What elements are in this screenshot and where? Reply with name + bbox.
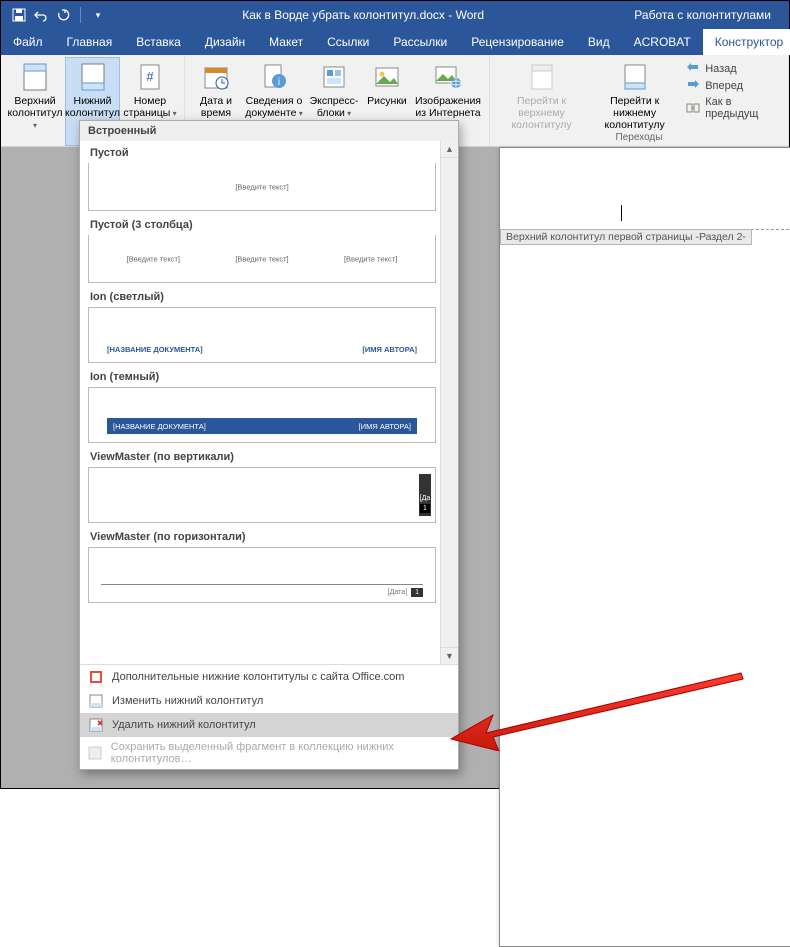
gallery-item-label: Пустой bbox=[88, 141, 454, 163]
menu-edit-footer[interactable]: Изменить нижний колонтитул bbox=[80, 689, 458, 713]
gallery-item-label: ViewMaster (по вертикали) bbox=[88, 445, 454, 467]
calendar-icon bbox=[200, 61, 232, 93]
tab-layout[interactable]: Макет bbox=[257, 29, 315, 55]
office-icon bbox=[88, 669, 104, 685]
gallery-body: ▲ ▼ Пустой [Введите текст] Пустой (3 сто… bbox=[80, 141, 458, 664]
gallery-item-blank-3col[interactable]: [Введите текст][Введите текст][Введите т… bbox=[88, 235, 436, 283]
picture-icon bbox=[371, 61, 403, 93]
back-icon bbox=[686, 62, 700, 76]
gallery-item-label: Пустой (3 столбца) bbox=[88, 213, 454, 235]
gallery-scrollbar[interactable]: ▲ ▼ bbox=[440, 141, 458, 664]
gallery-footer: Дополнительные нижние колонтитулы с сайт… bbox=[80, 664, 458, 769]
pagenum-label-1: Номер bbox=[134, 95, 166, 107]
footer-label-1: Нижний bbox=[73, 95, 111, 107]
annotation-arrow bbox=[441, 661, 751, 751]
tab-view[interactable]: Вид bbox=[576, 29, 622, 55]
pagenum-label-2: страницы bbox=[123, 107, 176, 119]
customize-qat-icon[interactable]: ▾ bbox=[90, 7, 106, 23]
gallery-item-label: Ion (светлый) bbox=[88, 285, 454, 307]
forward-icon bbox=[686, 79, 700, 93]
tab-mailings[interactable]: Рассылки bbox=[381, 29, 459, 55]
goto-footer-button[interactable]: Перейти к нижнему колонтитулу bbox=[589, 57, 680, 131]
delete-footer-icon bbox=[88, 717, 104, 733]
tab-constructor[interactable]: Конструктор bbox=[703, 29, 790, 55]
menu-delete-footer[interactable]: Удалить нижний колонтитул bbox=[80, 713, 458, 737]
group-label-transitions: Переходы bbox=[496, 131, 782, 146]
window-title: Как в Ворде убрать колонтитул.docx - Wor… bbox=[106, 8, 620, 22]
save-selection-icon bbox=[88, 745, 103, 761]
gallery-item-viewmaster-v[interactable]: [Да1 bbox=[88, 467, 436, 523]
tab-insert[interactable]: Вставка bbox=[124, 29, 193, 55]
contextual-tab-label: Работа с колонтитулами bbox=[620, 1, 785, 29]
header-icon bbox=[19, 61, 51, 93]
ribbon-tabs: Файл Главная Вставка Дизайн Макет Ссылки… bbox=[1, 29, 789, 55]
redo-icon[interactable] bbox=[55, 7, 71, 23]
page-number-icon: # bbox=[134, 61, 166, 93]
link-previous-icon bbox=[686, 101, 700, 115]
footer-icon bbox=[77, 61, 109, 93]
tab-file[interactable]: Файл bbox=[1, 29, 55, 55]
text-cursor bbox=[621, 205, 622, 221]
gallery-item-blank[interactable]: [Введите текст] bbox=[88, 163, 436, 211]
gallery-item-viewmaster-h[interactable]: [Дата]1 bbox=[88, 547, 436, 603]
gallery-item-ion-light[interactable]: [НАЗВАНИЕ ДОКУМЕНТА][ИМЯ АВТОРА] bbox=[88, 307, 436, 363]
document-info-icon: i bbox=[258, 61, 290, 93]
svg-text:i: i bbox=[278, 77, 280, 88]
scroll-up-icon[interactable]: ▲ bbox=[441, 141, 458, 158]
nav-forward-button[interactable]: Вперед bbox=[682, 78, 782, 94]
title-bar: ▾ Как в Ворде убрать колонтитул.docx - W… bbox=[1, 1, 789, 29]
nav-as-previous-button[interactable]: Как в предыдущ bbox=[682, 95, 782, 121]
header-section-tag: Верхний колонтитул первой страницы -Разд… bbox=[500, 229, 752, 245]
tab-acrobat[interactable]: ACROBAT bbox=[622, 29, 703, 55]
tab-references[interactable]: Ссылки bbox=[315, 29, 381, 55]
header-label-1: Верхний bbox=[14, 95, 55, 107]
save-icon[interactable] bbox=[11, 7, 27, 23]
document-page[interactable] bbox=[499, 147, 790, 947]
group-navigation: Перейти к верхнему колонтитулу Перейти к… bbox=[490, 55, 789, 146]
tab-review[interactable]: Рецензирование bbox=[459, 29, 576, 55]
online-picture-icon bbox=[432, 61, 464, 93]
menu-save-selection: Сохранить выделенный фрагмент в коллекци… bbox=[80, 737, 458, 769]
nav-back-button[interactable]: Назад bbox=[682, 61, 782, 77]
header-button[interactable]: Верхний колонтитул bbox=[7, 57, 63, 146]
undo-icon[interactable] bbox=[33, 7, 49, 23]
goto-header-icon bbox=[526, 61, 558, 93]
quick-access-toolbar: ▾ bbox=[5, 7, 106, 23]
edit-footer-icon bbox=[88, 693, 104, 709]
footer-gallery-dropdown: Встроенный ▲ ▼ Пустой [Введите текст] Пу… bbox=[79, 120, 459, 770]
tab-design[interactable]: Дизайн bbox=[193, 29, 257, 55]
gallery-item-label: ViewMaster (по горизонтали) bbox=[88, 525, 454, 547]
tab-home[interactable]: Главная bbox=[55, 29, 125, 55]
gallery-item-ion-dark[interactable]: [НАЗВАНИЕ ДОКУМЕНТА][ИМЯ АВТОРА] bbox=[88, 387, 436, 443]
goto-footer-icon bbox=[619, 61, 651, 93]
gallery-header: Встроенный bbox=[80, 121, 458, 141]
header-label-2: колонтитул bbox=[7, 107, 63, 131]
goto-header-button: Перейти к верхнему колонтитулу bbox=[496, 57, 587, 131]
svg-text:#: # bbox=[146, 69, 154, 84]
gallery-item-label: Ion (темный) bbox=[88, 365, 454, 387]
quick-parts-icon bbox=[318, 61, 350, 93]
menu-more-office[interactable]: Дополнительные нижние колонтитулы с сайт… bbox=[80, 665, 458, 689]
